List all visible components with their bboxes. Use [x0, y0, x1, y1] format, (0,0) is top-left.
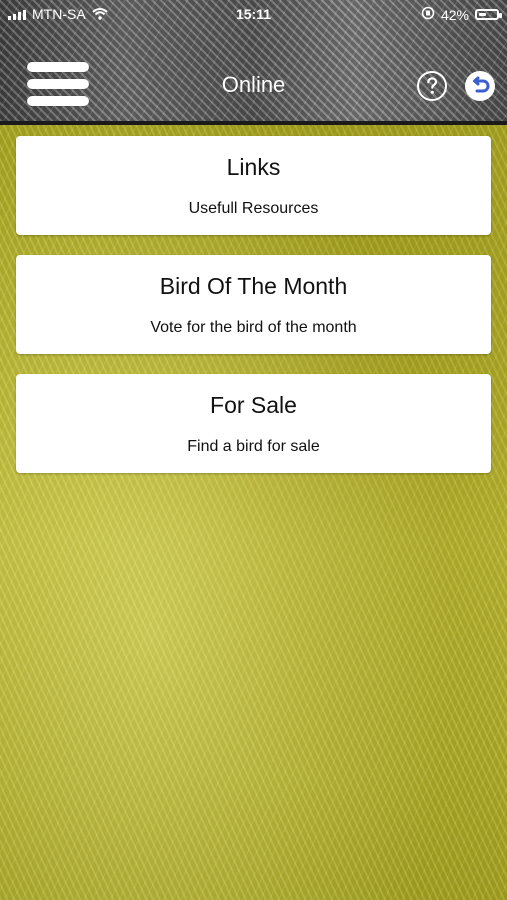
- card-subtitle: Usefull Resources: [188, 200, 319, 217]
- status-right: 42%: [421, 6, 502, 23]
- help-circle-icon[interactable]: [417, 71, 447, 101]
- card-title: Bird Of The Month: [159, 273, 348, 299]
- nav-bar: Online: [0, 50, 507, 120]
- status-bar: MTN-SA 15:11 42%: [0, 0, 507, 28]
- card-subtitle: Vote for the bird of the month: [150, 319, 357, 336]
- card-subtitle: Find a bird for sale: [187, 438, 320, 455]
- for-sale-card[interactable]: For Sale Find a bird for sale: [16, 374, 491, 473]
- orientation-lock-icon: [421, 6, 435, 23]
- links-card[interactable]: Links Usefull Resources: [16, 136, 491, 235]
- card-title: For Sale: [210, 392, 297, 418]
- back-arrow-icon[interactable]: [465, 71, 495, 101]
- battery-fill: [479, 13, 486, 16]
- battery-percent: 42%: [440, 6, 469, 23]
- battery-icon: [475, 9, 502, 20]
- online-options-list: Links Usefull Resources Bird Of The Mont…: [16, 136, 491, 493]
- bird-of-the-month-card[interactable]: Bird Of The Month Vote for the bird of t…: [16, 255, 491, 354]
- card-title: Links: [226, 154, 281, 180]
